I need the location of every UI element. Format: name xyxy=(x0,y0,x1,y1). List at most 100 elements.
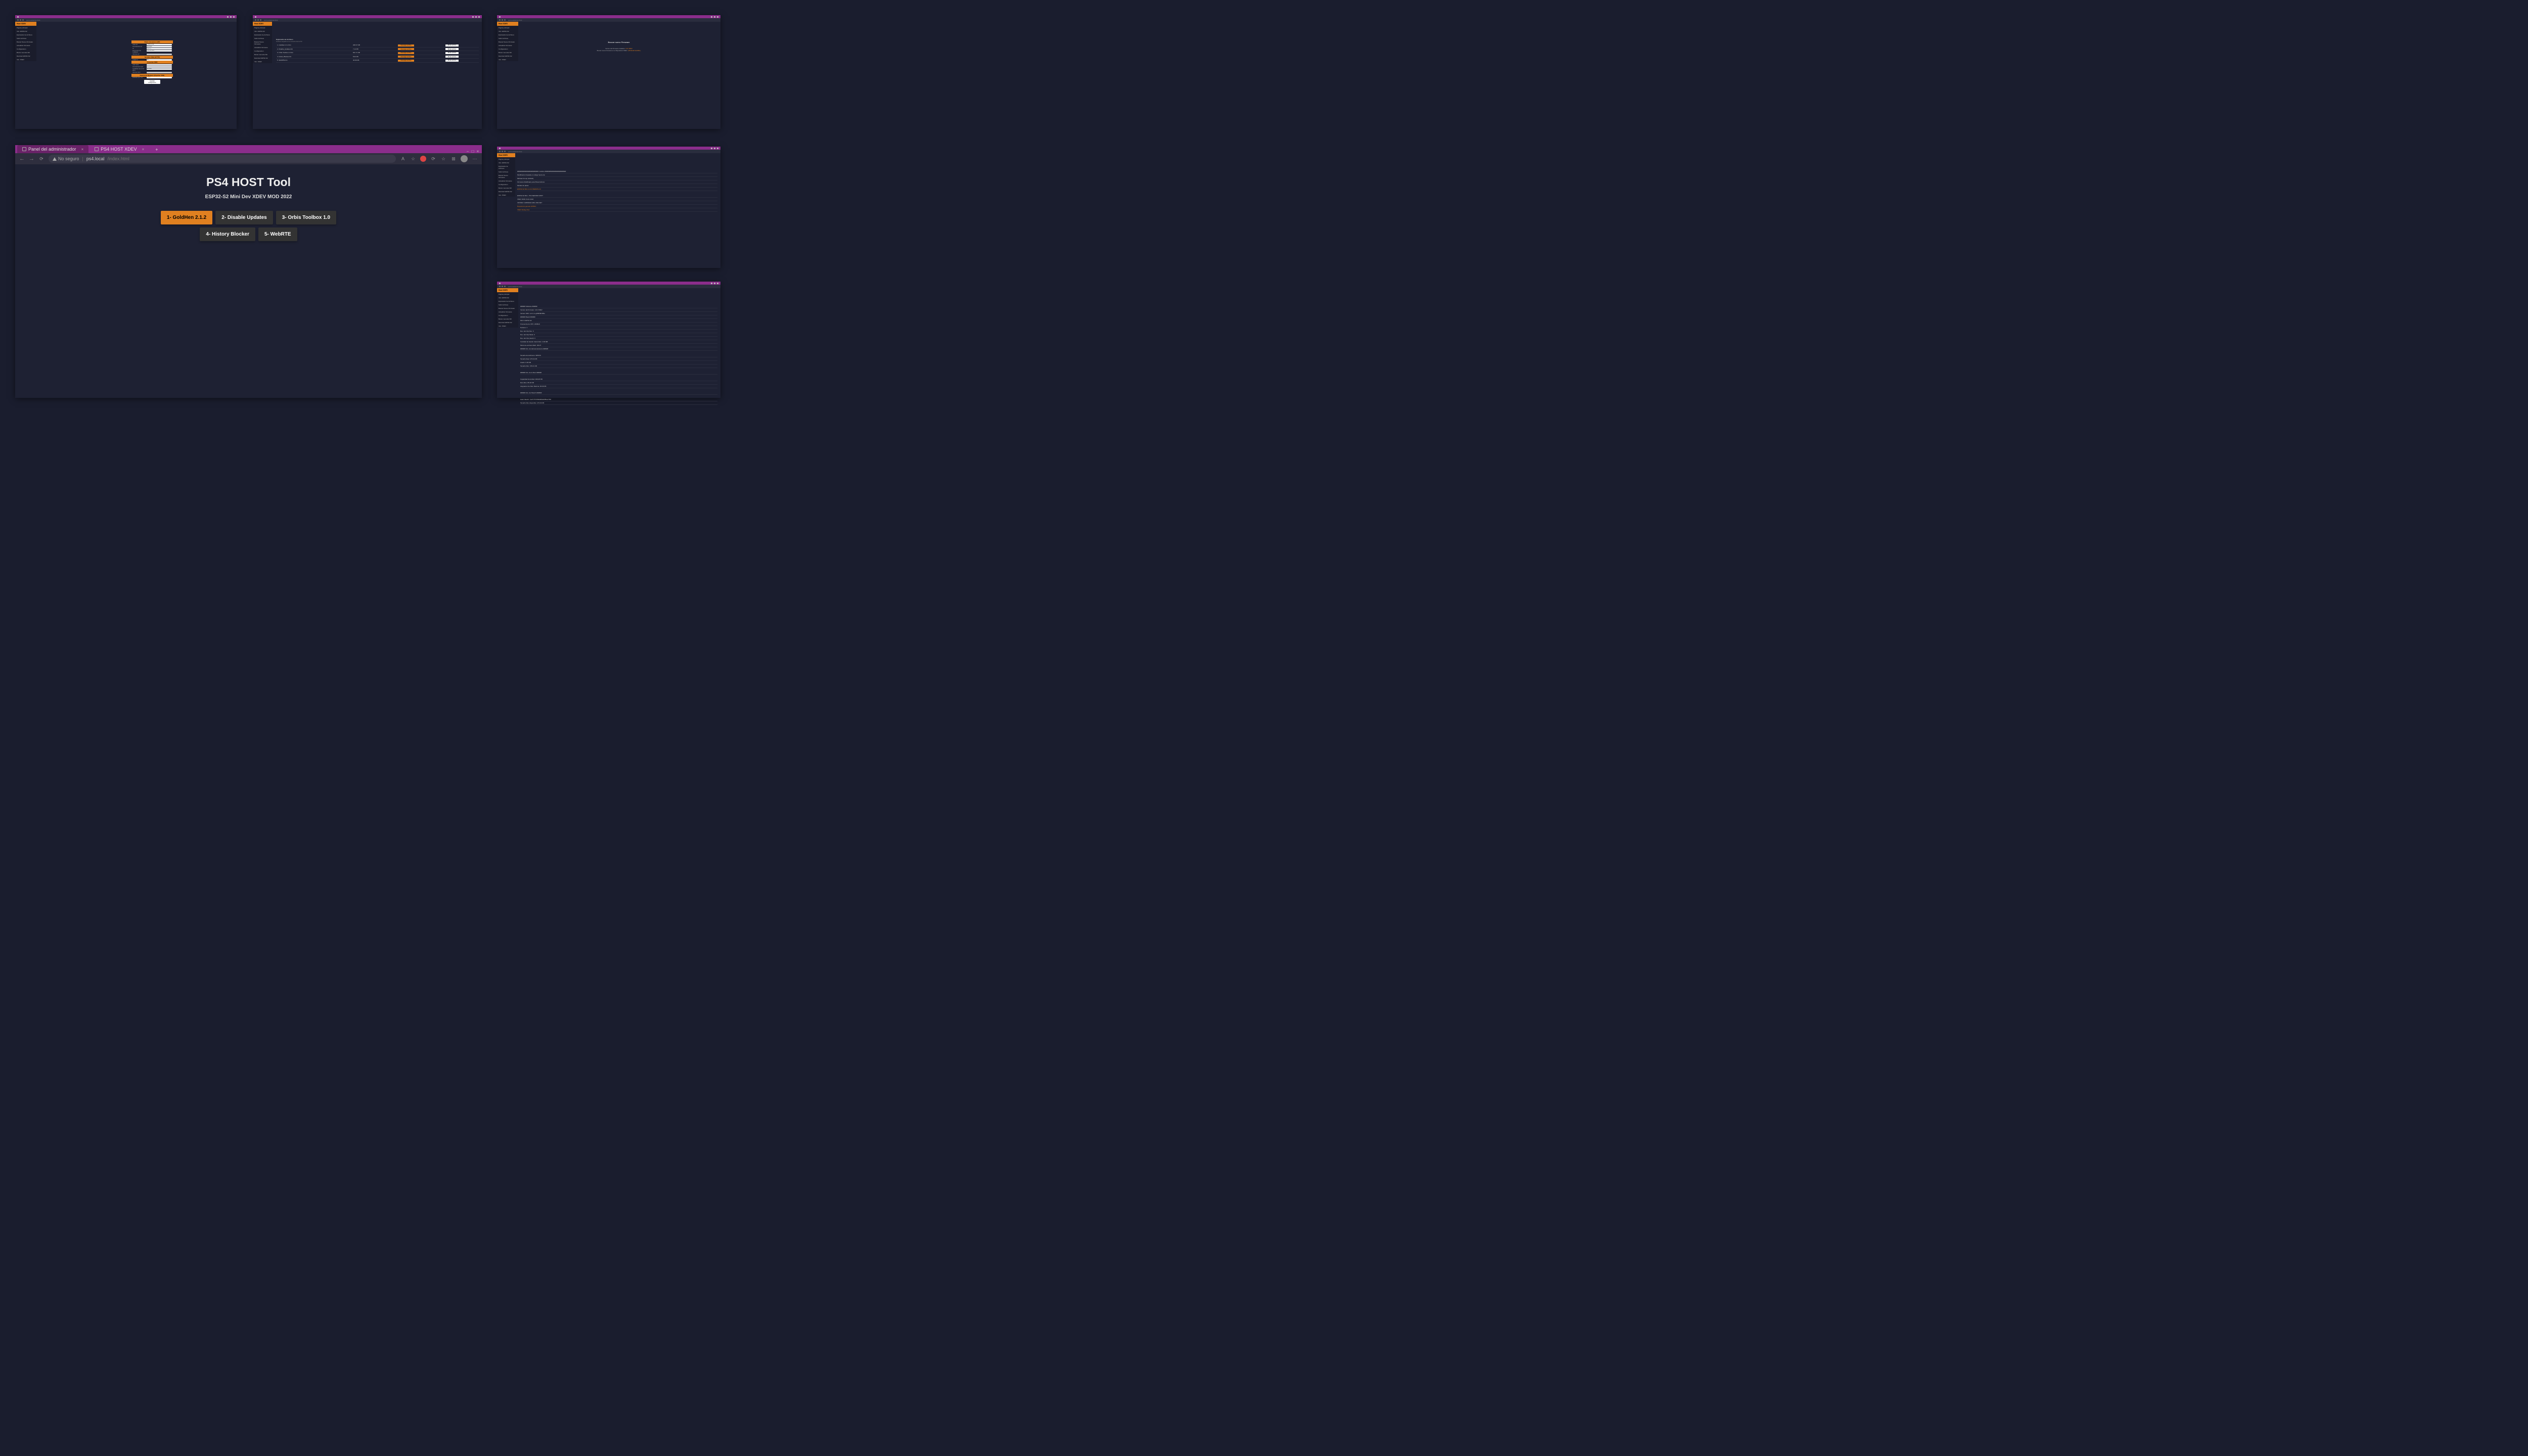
sitem-8[interactable]: Reiniciar ESP32-S2 xyxy=(497,190,515,193)
close-icon[interactable] xyxy=(233,16,235,18)
inp-mask[interactable]: 255.255.255.0 xyxy=(147,50,172,52)
sitem-4[interactable]: Buscar Nuevo Firmware xyxy=(15,40,36,43)
sitem-3[interactable]: Subir Archivos xyxy=(253,36,272,40)
sitem-7[interactable]: Borrar memoria SD xyxy=(253,53,272,56)
sitem-8[interactable]: Reiniciar ESP32-S2 xyxy=(497,54,518,58)
sitem-8[interactable]: Reiniciar ESP32-S2 xyxy=(253,56,272,60)
max-icon[interactable] xyxy=(475,16,477,18)
sitem-0[interactable]: Pagina principal xyxy=(497,26,518,29)
reload-icon[interactable] xyxy=(504,19,506,21)
chk-ap[interactable] xyxy=(147,54,172,55)
back-icon[interactable] xyxy=(499,19,501,21)
inp-wssid[interactable] xyxy=(147,64,172,66)
reload-icon[interactable]: ⟳ xyxy=(38,156,44,162)
sitem-2[interactable]: Explorador de Archivos xyxy=(253,33,272,36)
url[interactable]: ps4.local/admin.html xyxy=(508,19,522,21)
sitem-4[interactable]: Buscar Nuevo Firmware xyxy=(497,40,518,43)
sitem-2[interactable]: Explorador de Archivos xyxy=(15,33,36,36)
sitem-5[interactable]: Actualizar Firmware xyxy=(253,46,272,49)
fav-icon[interactable]: ☆ xyxy=(440,156,446,162)
inp-pw[interactable]: password xyxy=(147,46,172,48)
back-icon[interactable] xyxy=(255,19,256,21)
sitem-6[interactable]: Configuracion xyxy=(253,49,272,53)
sitem-9[interactable]: Info. XDEV xyxy=(15,58,36,61)
inp-wpw[interactable] xyxy=(147,66,172,68)
collections-icon[interactable]: ⊞ xyxy=(450,156,457,162)
sitem-3[interactable]: Subir Archivos xyxy=(497,303,518,306)
sitem-2[interactable]: Explorador de Archivos xyxy=(497,299,518,303)
sitem-3[interactable]: Subir Archivos xyxy=(15,36,36,40)
tab-host[interactable]: PS4 HOST XDEV× xyxy=(89,145,149,153)
sitem-6[interactable]: Configuracion xyxy=(15,47,36,51)
sitem-0[interactable]: Pagina principal xyxy=(15,26,36,29)
star-icon[interactable]: ☆ xyxy=(410,156,416,162)
url[interactable]: ps4.local/admin.html xyxy=(26,19,40,21)
back-icon[interactable] xyxy=(499,151,501,152)
close-icon[interactable] xyxy=(717,283,718,284)
minimize-icon[interactable]: − xyxy=(466,149,470,153)
more-icon[interactable]: ⋯ xyxy=(472,156,478,162)
sitem-6[interactable]: Configuracion xyxy=(497,313,518,317)
btn-save-config[interactable]: Guardar configuracion xyxy=(144,80,160,84)
sitem-5[interactable]: Actualizar Firmware xyxy=(497,310,518,313)
btn-goldhen[interactable]: 1- GoldHen 2.1.2 xyxy=(161,211,212,224)
sitem-6[interactable]: Configuracion xyxy=(497,183,515,186)
fw-search-link[interactable]: ( BUSCAR AHORA ) xyxy=(628,50,641,52)
url-field[interactable]: No seguro | ps4.local/index.html xyxy=(49,155,396,163)
sitem-1[interactable]: Info. ESP32-S2 xyxy=(497,296,518,299)
sitem-9[interactable]: Info. XDEV xyxy=(497,58,518,61)
reload-icon[interactable] xyxy=(22,19,24,21)
sitem-4[interactable]: Buscar Nuevo Firmware xyxy=(253,40,272,46)
read-icon[interactable]: A xyxy=(400,156,406,162)
sitem-5[interactable]: Actualizar Firmware xyxy=(15,43,36,47)
sitem-1[interactable]: Info. ESP32-S2 xyxy=(497,29,518,33)
btn-disable-updates[interactable]: 2- Disable Updates xyxy=(215,211,273,224)
new-tab-button[interactable]: + xyxy=(153,146,160,153)
sitem-0[interactable]: Pagina principal xyxy=(253,26,272,29)
url[interactable]: ps4.local/admin.html xyxy=(264,19,278,21)
back-icon[interactable] xyxy=(499,286,501,287)
delete-button[interactable]: Borrar archivo xyxy=(445,44,459,47)
btn-history-blocker[interactable]: 4- History Blocker xyxy=(200,228,255,241)
close-icon[interactable]: × xyxy=(476,149,480,153)
sitem-5[interactable]: Actualizar Firmware xyxy=(497,179,515,183)
close-icon[interactable] xyxy=(478,16,480,18)
sitem-2[interactable]: Explorador de Archivos xyxy=(497,164,515,170)
max-icon[interactable] xyxy=(230,16,232,18)
back-icon[interactable]: ← xyxy=(19,156,25,162)
sitem-1[interactable]: Info. ESP32-S2 xyxy=(15,29,36,33)
download-button[interactable]: Descargar archivo xyxy=(398,48,414,50)
close-tab-icon[interactable]: × xyxy=(81,147,84,152)
download-button[interactable]: Descargar archivo xyxy=(398,44,414,47)
sitem-9[interactable]: Info. XDEV xyxy=(497,193,515,197)
fwd-icon[interactable]: → xyxy=(29,156,34,162)
tab-admin[interactable]: Panel del administrador× xyxy=(17,145,88,153)
min-icon[interactable] xyxy=(711,148,712,149)
delete-button[interactable]: Borrar archivo xyxy=(445,60,459,62)
sitem-3[interactable]: Subir Archivos xyxy=(497,36,518,40)
sitem-7[interactable]: Borrar memoria SD xyxy=(497,317,518,321)
min-icon[interactable] xyxy=(711,283,712,284)
close-icon[interactable] xyxy=(717,16,718,18)
link[interactable]: Repositorio general GXDEV xyxy=(517,205,536,207)
min-icon[interactable] xyxy=(472,16,474,18)
url[interactable]: ps4.local/admin.html xyxy=(508,286,522,288)
fwd-icon[interactable] xyxy=(257,19,259,21)
download-button[interactable]: Descargar archivo xyxy=(398,52,414,54)
link[interactable]: ESP32-S2 Mini v1.0.0 WEMOS.CC xyxy=(517,188,541,190)
inp-whost[interactable]: ps4.local xyxy=(147,68,172,70)
sitem-8[interactable]: Reiniciar ESP32-S2 xyxy=(497,321,518,324)
sitem-4[interactable]: Buscar Nuevo Firmware xyxy=(497,306,518,310)
sitem-9[interactable]: Info. XDEV xyxy=(253,60,272,63)
fwd-icon[interactable] xyxy=(502,286,503,287)
download-button[interactable]: Descargar archivo xyxy=(398,56,414,58)
inp-ssid[interactable]: PS4HOST-AP xyxy=(147,44,172,46)
delete-button[interactable]: Borrar archivo xyxy=(445,48,459,50)
sync-icon[interactable]: ⟳ xyxy=(430,156,436,162)
min-icon[interactable] xyxy=(711,16,712,18)
maximize-icon[interactable]: □ xyxy=(471,149,475,153)
sitem-3[interactable]: Subir Archivos xyxy=(497,170,515,173)
sitem-8[interactable]: Reiniciar ESP32-S2 xyxy=(15,54,36,58)
url[interactable]: ps4.local/admin.html xyxy=(508,151,522,153)
sitem-9[interactable]: Info. XDEV xyxy=(497,324,518,328)
